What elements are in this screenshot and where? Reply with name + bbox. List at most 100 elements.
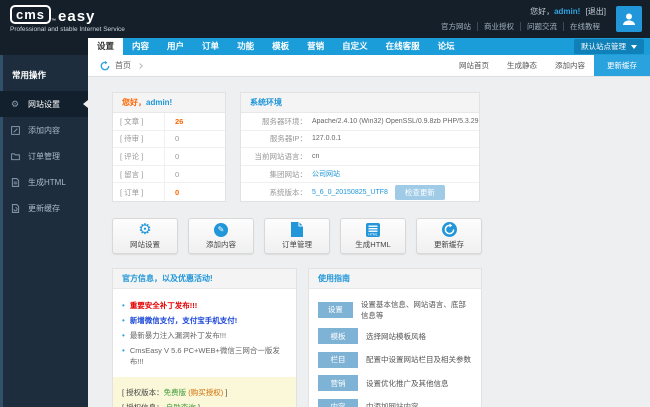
sys-label: 当前网站语言：: [254, 151, 308, 161]
stat-value-comments[interactable]: 0: [165, 148, 179, 165]
sidebar-item-generate-html[interactable]: 生成HTML: [0, 169, 88, 195]
edit-icon: [11, 125, 22, 135]
sys-label: 服务器IP：: [269, 134, 307, 144]
tab-marketing[interactable]: 营销: [298, 38, 333, 55]
tab-templates[interactable]: 模板: [263, 38, 298, 55]
tab-settings[interactable]: 设置: [88, 38, 124, 55]
gear-icon: ⚙: [138, 221, 152, 239]
top-link-official-site[interactable]: 官方网站: [435, 22, 477, 31]
stat-row-comments: [ 评论 ] 0: [113, 148, 225, 166]
quick-refresh-cache-button[interactable]: 更新缓存: [416, 217, 482, 254]
stat-value-orders[interactable]: 0: [165, 183, 179, 201]
news-item[interactable]: • CmsEasy V 5.6 PC+WEB+微信三网合一版发布!!!: [122, 345, 287, 367]
sidebar-item-add-content[interactable]: 添加内容: [0, 117, 88, 143]
quick-generate-html-button[interactable]: HTML 生成HTML: [340, 217, 406, 254]
refresh-icon: [441, 221, 457, 238]
action-generate-static[interactable]: 生成静态: [498, 60, 546, 71]
stat-label: [ 留言 ]: [113, 165, 165, 183]
main-nav-bar: 设置 内容 用户 订单 功能 模板 营销 自定义 在线客服 论坛 默认站点管理: [0, 38, 650, 55]
guide-badge-settings[interactable]: 设置: [318, 301, 353, 318]
guide-list: 设置 设置基本信息、网站语言、底部信息等 模板 选择网站模板风格 栏目 配置中设…: [309, 289, 481, 407]
breadcrumb-home[interactable]: 首页: [115, 60, 131, 71]
top-link-commercial-license[interactable]: 商业授权: [477, 22, 520, 31]
stat-row-messages: [ 留言 ] 0: [113, 165, 225, 184]
logo-tagline: Professional and stable Internet Service: [10, 26, 125, 33]
guide-desc: 设置优化推广及其他信息: [366, 378, 449, 388]
guide-badge-content[interactable]: 内容: [318, 398, 358, 407]
sys-value-server-ip: 127.0.0.1: [312, 135, 342, 143]
sidebar: 常用操作 ⚙ 网站设置 添加内容 订单管理 生成HTML 更新缓存: [0, 55, 88, 407]
welcome-stats-panel: 您好，admin! [ 文章 ] 26 [ 待审 ] 0 [ 评论 ] 0 […: [112, 92, 226, 202]
sidebar-item-label: 生成HTML: [28, 177, 66, 187]
tab-users[interactable]: 用户: [158, 38, 193, 55]
top-link-tutorials[interactable]: 在线教程: [563, 22, 606, 31]
gear-icon: ⚙: [11, 98, 20, 109]
news-item[interactable]: • 重要安全补丁发布!!!: [122, 300, 287, 311]
sidebar-item-site-settings[interactable]: ⚙ 网站设置: [0, 91, 88, 117]
quick-order-manage-button[interactable]: 订单管理: [264, 217, 330, 254]
welcome-username: admin!: [146, 98, 173, 107]
news-item[interactable]: • 新增微信支付，支付宝手机支付!: [122, 315, 287, 326]
license-info-block: [ 授权版本：免费版 (购买授权) ] [ 授权信息： 自助查询 ] [ 开发团…: [113, 376, 296, 407]
stat-label: [ 评论 ]: [113, 148, 165, 165]
stat-row-articles: [ 文章 ] 26: [113, 113, 225, 131]
tab-custom[interactable]: 自定义: [333, 38, 377, 55]
html-doc-icon: [11, 177, 22, 187]
bullet-icon: •: [122, 345, 125, 355]
stat-value-messages[interactable]: 0: [165, 166, 179, 183]
quick-add-content-button[interactable]: ✎ 添加内容: [188, 217, 254, 254]
guide-desc: 中添加网站内容: [366, 402, 419, 407]
sidebar-item-label: 更新缓存: [28, 203, 60, 213]
tab-forum[interactable]: 论坛: [429, 38, 464, 55]
sys-row-group-site: 集团网站： 公司网站: [241, 166, 479, 184]
sidebar-item-label: 订单管理: [28, 151, 60, 161]
username-link[interactable]: admin!: [554, 7, 580, 16]
version-link[interactable]: 5_6_0_20150825_UTF8: [307, 189, 388, 196]
system-env-panel: 系统环境 服务器环境： Apache/2.4.10 (Win32) OpenSS…: [240, 92, 480, 202]
logout-link[interactable]: [退出]: [586, 7, 606, 16]
tab-content[interactable]: 内容: [123, 38, 158, 55]
tab-live-service[interactable]: 在线客服: [377, 38, 429, 55]
system-panel-header: 系统环境: [241, 93, 479, 113]
refresh-doc-icon: [11, 203, 22, 213]
cmseasy-logo[interactable]: cms ™ easy Professional and stable Inter…: [10, 5, 125, 33]
greeting-line: 您好，admin! [退出]: [435, 6, 606, 18]
nav-left-stub: [0, 38, 88, 55]
action-add-content[interactable]: 添加内容: [546, 60, 594, 71]
news-item[interactable]: • 最新暴力注入漏洞补丁发布!!!: [122, 330, 287, 341]
caret-down-icon: [631, 44, 637, 49]
default-site-manager-dropdown[interactable]: 默认站点管理: [574, 39, 644, 54]
buy-license-link[interactable]: (购买授权): [186, 388, 223, 397]
license-version-value: 免费版: [163, 387, 187, 397]
guide-badge-templates[interactable]: 模板: [318, 328, 358, 345]
user-avatar[interactable]: [616, 6, 642, 32]
sys-value-language: cn: [312, 152, 320, 160]
group-site-link[interactable]: 公司网站: [307, 169, 479, 179]
quick-button-label: 订单管理: [282, 240, 312, 250]
usage-guide-panel: 使用指南 设置 设置基本信息、网站语言、底部信息等 模板 选择网站模板风格 栏目: [308, 267, 482, 407]
license-version-line: [ 授权版本：免费版 (购买授权) ]: [122, 387, 228, 397]
pencil-icon: ✎: [214, 221, 228, 238]
sidebar-item-refresh-cache[interactable]: 更新缓存: [0, 195, 88, 221]
sidebar-title: 常用操作: [12, 70, 47, 80]
self-query-link[interactable]: 自助查询: [166, 403, 196, 407]
action-site-home[interactable]: 网站首页: [450, 60, 498, 71]
stat-value-articles[interactable]: 26: [165, 113, 183, 130]
top-link-qa[interactable]: 问题交流: [520, 22, 563, 31]
check-update-button[interactable]: 检查更新: [394, 184, 445, 200]
quick-button-label: 网站设置: [130, 240, 160, 250]
sidebar-item-label: 添加内容: [28, 125, 60, 135]
refresh-cache-button[interactable]: 更新缓存: [594, 55, 650, 76]
folder-icon: [11, 152, 22, 161]
refresh-icon[interactable]: [100, 60, 110, 71]
quick-button-label: 生成HTML: [355, 240, 391, 250]
guide-badge-marketing[interactable]: 营销: [318, 375, 358, 392]
quick-site-settings-button[interactable]: ⚙ 网站设置: [112, 217, 178, 254]
tab-features[interactable]: 功能: [228, 38, 263, 55]
sidebar-item-order-manage[interactable]: 订单管理: [0, 143, 88, 169]
guide-badge-columns[interactable]: 栏目: [318, 351, 358, 368]
stat-label: [ 订单 ]: [113, 183, 165, 201]
stat-value-pending[interactable]: 0: [165, 131, 179, 148]
tab-orders[interactable]: 订单: [193, 38, 228, 55]
guide-row-templates: 模板 选择网站模板风格: [318, 328, 472, 345]
